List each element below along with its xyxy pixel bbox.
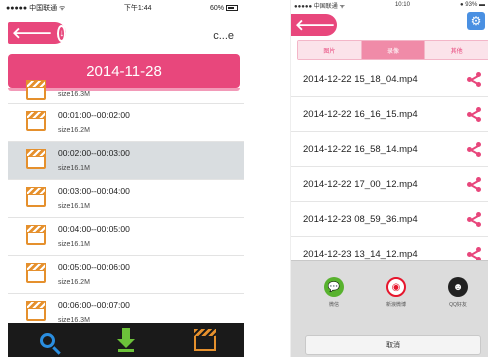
tab-videos[interactable]: 录像 [360,41,425,59]
wechat-icon: 💬 [324,277,344,297]
clapperboard-icon [26,111,46,131]
clapperboard-icon [26,80,46,100]
media-tabs: 图片 录像 其他 [297,40,488,60]
segment-list: size16.3M 00:01:00--00:02:00 size16.2M 0… [8,80,244,332]
back-arrow-icon[interactable]: 🡐 [12,26,52,41]
segment-range: 00:02:00--00:03:00 [58,148,130,158]
clapperboard-icon [26,301,46,321]
share-icon[interactable] [467,142,481,157]
tab-other[interactable]: 其他 [424,41,488,59]
share-label: QQ好友 [449,302,467,308]
nav-tab[interactable]: 🡐 [291,14,356,36]
share-icon[interactable] [467,212,481,227]
segment-range: 00:05:00--00:06:00 [58,262,130,272]
search-button[interactable] [33,326,61,354]
list-item[interactable]: 2014-12-22 16_58_14.mp4 [291,132,488,167]
list-item[interactable]: 2014-12-23 08_59_36.mp4 [291,202,488,237]
segment-size: size16.2M [58,279,90,286]
clapperboard-icon [193,329,216,351]
carrier-label: ●●●●● 中国联通 ᯤ [6,5,66,12]
download-circle-icon[interactable]: ↓ [57,24,67,42]
tab-photos[interactable]: 图片 [298,41,361,59]
settings-button[interactable]: ⚙ [467,12,485,30]
status-bar: ●●●●● 中国联通 ᯤ 10:10 ● 93% ▬ [291,0,488,10]
segment-range: 00:04:00--00:05:00 [58,224,130,234]
file-name: 2014-12-22 16_16_15.mp4 [303,108,418,120]
list-item[interactable]: 2014-12-22 16_16_15.mp4 [291,97,488,132]
segment-range: 00:06:00--00:07:00 [58,300,130,310]
list-item[interactable]: 2014-12-22 15_18_04.mp4 [291,62,488,97]
list-item[interactable]: 00:01:00--00:02:00 size16.2M [8,104,244,142]
list-item[interactable]: 00:03:00--00:04:00 size16.1M [8,180,244,218]
download-button[interactable] [112,326,140,354]
status-bar: ●●●●● 中国联通 ᯤ 下午1:44 60% [0,0,244,16]
segment-size: size16.2M [58,127,90,134]
screenshot-stage: ●●●●● 中国联通 ᯤ 下午1:44 60% 🡐 ↓ c...e 2014-1… [0,0,488,357]
battery-indicator: ● 93% ▬ [460,2,485,8]
file-name: 2014-12-22 17_00_12.mp4 [303,178,418,190]
segment-size: size16.3M [58,91,90,98]
share-qq-button[interactable]: ☻ QQ好友 [435,277,481,308]
segment-size: size16.1M [58,241,90,248]
list-item-selected[interactable]: 00:02:00--00:03:00 size16.1M [8,142,244,180]
gear-icon: ⚙ [470,14,482,28]
file-name: 2014-12-22 15_18_04.mp4 [303,73,418,85]
back-arrow-icon[interactable]: 🡐 [295,18,335,33]
share-icon[interactable] [467,177,481,192]
share-weibo-button[interactable]: ◉ 新浪微博 [373,277,419,308]
file-share-screen: ●●●●● 中国联通 ᯤ 10:10 ● 93% ▬ 🡐 ⚙ 图片 录像 其他 … [290,0,488,357]
list-item[interactable]: 2014-12-22 17_00_12.mp4 [291,167,488,202]
clock-label: 10:10 [394,2,410,8]
share-icon[interactable] [467,72,481,87]
search-icon [39,332,55,348]
video-segments-screen: ●●●●● 中国联通 ᯤ 下午1:44 60% 🡐 ↓ c...e 2014-1… [0,0,244,357]
share-options: 💬 微信 ◉ 新浪微博 ☻ QQ好友 [311,277,481,308]
download-icon [116,328,135,352]
carrier-label: ●●●●● 中国联通 ᯤ [294,3,345,10]
share-wechat-button[interactable]: 💬 微信 [311,277,357,308]
clapperboard-icon [26,187,46,207]
share-sheet: 💬 微信 ◉ 新浪微博 ☻ QQ好友 取消 [291,260,488,357]
clapperboard-icon [26,225,46,245]
battery-icon [226,4,238,11]
cancel-button[interactable]: 取消 [305,335,481,355]
list-item[interactable]: size16.3M [8,80,244,104]
segment-size: size16.1M [58,165,90,172]
weibo-icon: ◉ [386,277,406,297]
segment-range: 00:03:00--00:04:00 [58,186,130,196]
clapperboard-icon [26,149,46,169]
battery-indicator: 60% [210,5,238,12]
file-list: 2014-12-22 15_18_04.mp4 2014-12-22 16_16… [291,62,488,272]
nav-title: c...e [213,30,234,42]
nav-tab[interactable]: 🡐 ↓ [8,22,67,44]
file-name: 2014-12-23 13_14_12.mp4 [303,248,418,260]
list-item[interactable]: 00:05:00--00:06:00 size16.2M [8,256,244,294]
camera-icon[interactable] [340,17,356,33]
videos-button[interactable] [191,326,219,354]
segment-range: 00:01:00--00:02:00 [58,110,130,120]
clock-label: 下午1:44 [123,5,152,12]
list-item[interactable]: 00:04:00--00:05:00 size16.1M [8,218,244,256]
share-icon[interactable] [467,247,481,262]
file-name: 2014-12-22 16_58_14.mp4 [303,143,418,155]
file-name: 2014-12-23 08_59_36.mp4 [303,213,418,225]
clapperboard-icon [26,263,46,283]
qq-icon: ☻ [448,277,468,297]
share-icon[interactable] [467,107,481,122]
segment-size: size16.1M [58,203,90,210]
share-label: 微信 [328,302,339,308]
share-label: 新浪微博 [385,302,406,308]
bottom-toolbar [8,323,244,357]
